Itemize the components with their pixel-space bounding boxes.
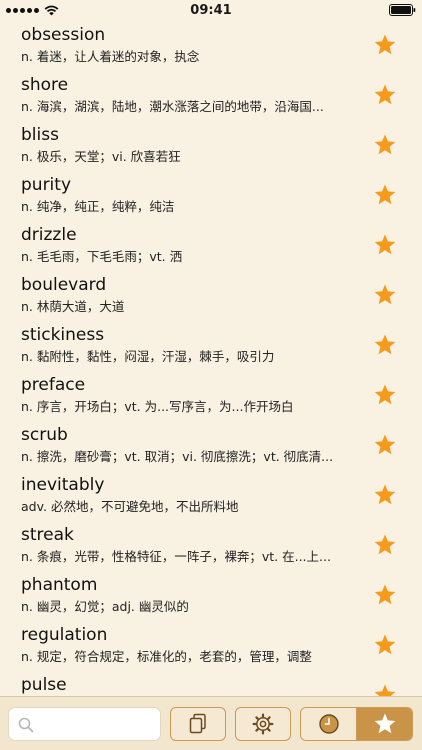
word-row[interactable]: boulevard n. 林荫大道，大道 bbox=[0, 270, 422, 320]
word-definition: n. 擦洗，磨砂膏；vt. 取消；vi. 彻底擦洗；vt. 彻底清... bbox=[21, 449, 334, 464]
word-row[interactable]: preface n. 序言，开场白；vt. 为...写序言，为...作开场白 bbox=[0, 370, 422, 420]
word-title: purity bbox=[21, 175, 72, 195]
copy-icon bbox=[189, 713, 206, 734]
wifi-icon bbox=[44, 5, 59, 15]
favorite-star-icon[interactable] bbox=[373, 433, 397, 457]
word-row[interactable]: shore n. 海滨，湖滨，陆地，潮水涨落之间的地带，沿海国... bbox=[0, 70, 422, 120]
favorite-star-icon[interactable] bbox=[373, 283, 397, 307]
word-title: drizzle bbox=[21, 225, 77, 245]
signal-icon bbox=[6, 7, 39, 13]
word-row[interactable]: phantom n. 幽灵，幻觉；adj. 幽灵似的 bbox=[0, 570, 422, 620]
word-title: phantom bbox=[21, 575, 98, 595]
favorite-star-icon[interactable] bbox=[373, 133, 397, 157]
favorite-star-icon[interactable] bbox=[373, 533, 397, 557]
word-title: obsession bbox=[21, 25, 106, 45]
favorite-star-icon[interactable] bbox=[373, 333, 397, 357]
word-row[interactable]: inevitably adv. 必然地，不可避免地，不出所料地 bbox=[0, 470, 422, 520]
word-title: preface bbox=[21, 375, 86, 395]
star-icon bbox=[374, 713, 395, 734]
bottom-toolbar bbox=[0, 696, 422, 750]
word-definition: n. 着迷，让人着迷的对象，执念 bbox=[21, 49, 200, 64]
word-title: bliss bbox=[21, 125, 59, 145]
search-input[interactable] bbox=[39, 711, 157, 737]
word-title: boulevard bbox=[21, 275, 107, 295]
favorite-star-icon[interactable] bbox=[373, 683, 397, 696]
word-row[interactable]: pulse bbox=[0, 670, 422, 696]
battery-icon bbox=[389, 4, 416, 16]
status-time: 09:41 bbox=[190, 2, 232, 18]
favorite-star-icon[interactable] bbox=[373, 33, 397, 57]
word-title: pulse bbox=[21, 675, 67, 695]
app-window: 09:41 obsession n. 着迷，让人着迷的对象，执念 shore n. 海… bbox=[0, 0, 422, 750]
word-definition: n. 纯净，纯正，纯粹，纯洁 bbox=[21, 199, 175, 214]
word-row[interactable]: streak n. 条痕，光带，性格特征，一阵子，裸奔；vt. 在...上... bbox=[0, 520, 422, 570]
word-definition: n. 序言，开场白；vt. 为...写序言，为...作开场白 bbox=[21, 399, 294, 414]
favorite-star-icon[interactable] bbox=[373, 383, 397, 407]
word-definition: n. 幽灵，幻觉；adj. 幽灵似的 bbox=[21, 599, 189, 614]
word-row[interactable]: regulation n. 规定，符合规定，标准化的，老套的，管理，调整 bbox=[0, 620, 422, 670]
gear-icon bbox=[252, 713, 274, 735]
word-definition: adv. 必然地，不可避免地，不出所料地 bbox=[21, 499, 239, 514]
word-definition: n. 条痕，光带，性格特征，一阵子，裸奔；vt. 在...上... bbox=[21, 549, 331, 564]
word-row[interactable]: stickiness n. 黏附性，黏性，闷湿，汗湿，棘手，吸引力 bbox=[0, 320, 422, 370]
favorite-star-icon[interactable] bbox=[373, 583, 397, 607]
word-title: inevitably bbox=[21, 475, 105, 495]
favorite-star-icon[interactable] bbox=[373, 633, 397, 657]
word-definition: n. 海滨，湖滨，陆地，潮水涨落之间的地带，沿海国... bbox=[21, 99, 324, 114]
word-row[interactable]: bliss n. 极乐，天堂；vi. 欣喜若狂 bbox=[0, 120, 422, 170]
word-definition: n. 毛毛雨，下毛毛雨；vt. 洒 bbox=[21, 249, 183, 264]
favorite-star-icon[interactable] bbox=[373, 83, 397, 107]
clock-icon bbox=[318, 714, 339, 734]
favorites-tab[interactable] bbox=[357, 708, 412, 740]
word-row[interactable]: drizzle n. 毛毛雨，下毛毛雨；vt. 洒 bbox=[0, 220, 422, 270]
settings-button[interactable] bbox=[235, 707, 291, 741]
search-icon bbox=[18, 717, 34, 733]
copy-button[interactable] bbox=[170, 707, 226, 741]
word-definition: n. 规定，符合规定，标准化的，老套的，管理，调整 bbox=[21, 649, 312, 664]
history-tab[interactable] bbox=[301, 708, 356, 740]
list-mode-segmented-control bbox=[300, 707, 413, 741]
search-box[interactable] bbox=[8, 707, 161, 741]
favorite-star-icon[interactable] bbox=[373, 233, 397, 257]
status-left bbox=[6, 5, 59, 16]
word-definition: n. 林荫大道，大道 bbox=[21, 299, 125, 314]
word-title: streak bbox=[21, 525, 74, 545]
word-definition: n. 极乐，天堂；vi. 欣喜若狂 bbox=[21, 149, 181, 164]
word-title: stickiness bbox=[21, 325, 105, 345]
word-row[interactable]: scrub n. 擦洗，磨砂膏；vt. 取消；vi. 彻底擦洗；vt. 彻底清..… bbox=[0, 420, 422, 470]
word-definition: n. 黏附性，黏性，闷湿，汗湿，棘手，吸引力 bbox=[21, 349, 275, 364]
word-row[interactable]: obsession n. 着迷，让人着迷的对象，执念 bbox=[0, 20, 422, 70]
word-list[interactable]: obsession n. 着迷，让人着迷的对象，执念 shore n. 海滨，湖滨，陆… bbox=[0, 20, 422, 696]
word-title: regulation bbox=[21, 625, 108, 645]
word-title: scrub bbox=[21, 425, 68, 445]
word-title: shore bbox=[21, 75, 69, 95]
favorite-star-icon[interactable] bbox=[373, 483, 397, 507]
word-row[interactable]: purity n. 纯净，纯正，纯粹，纯洁 bbox=[0, 170, 422, 220]
favorite-star-icon[interactable] bbox=[373, 183, 397, 207]
status-bar: 09:41 bbox=[0, 0, 422, 20]
